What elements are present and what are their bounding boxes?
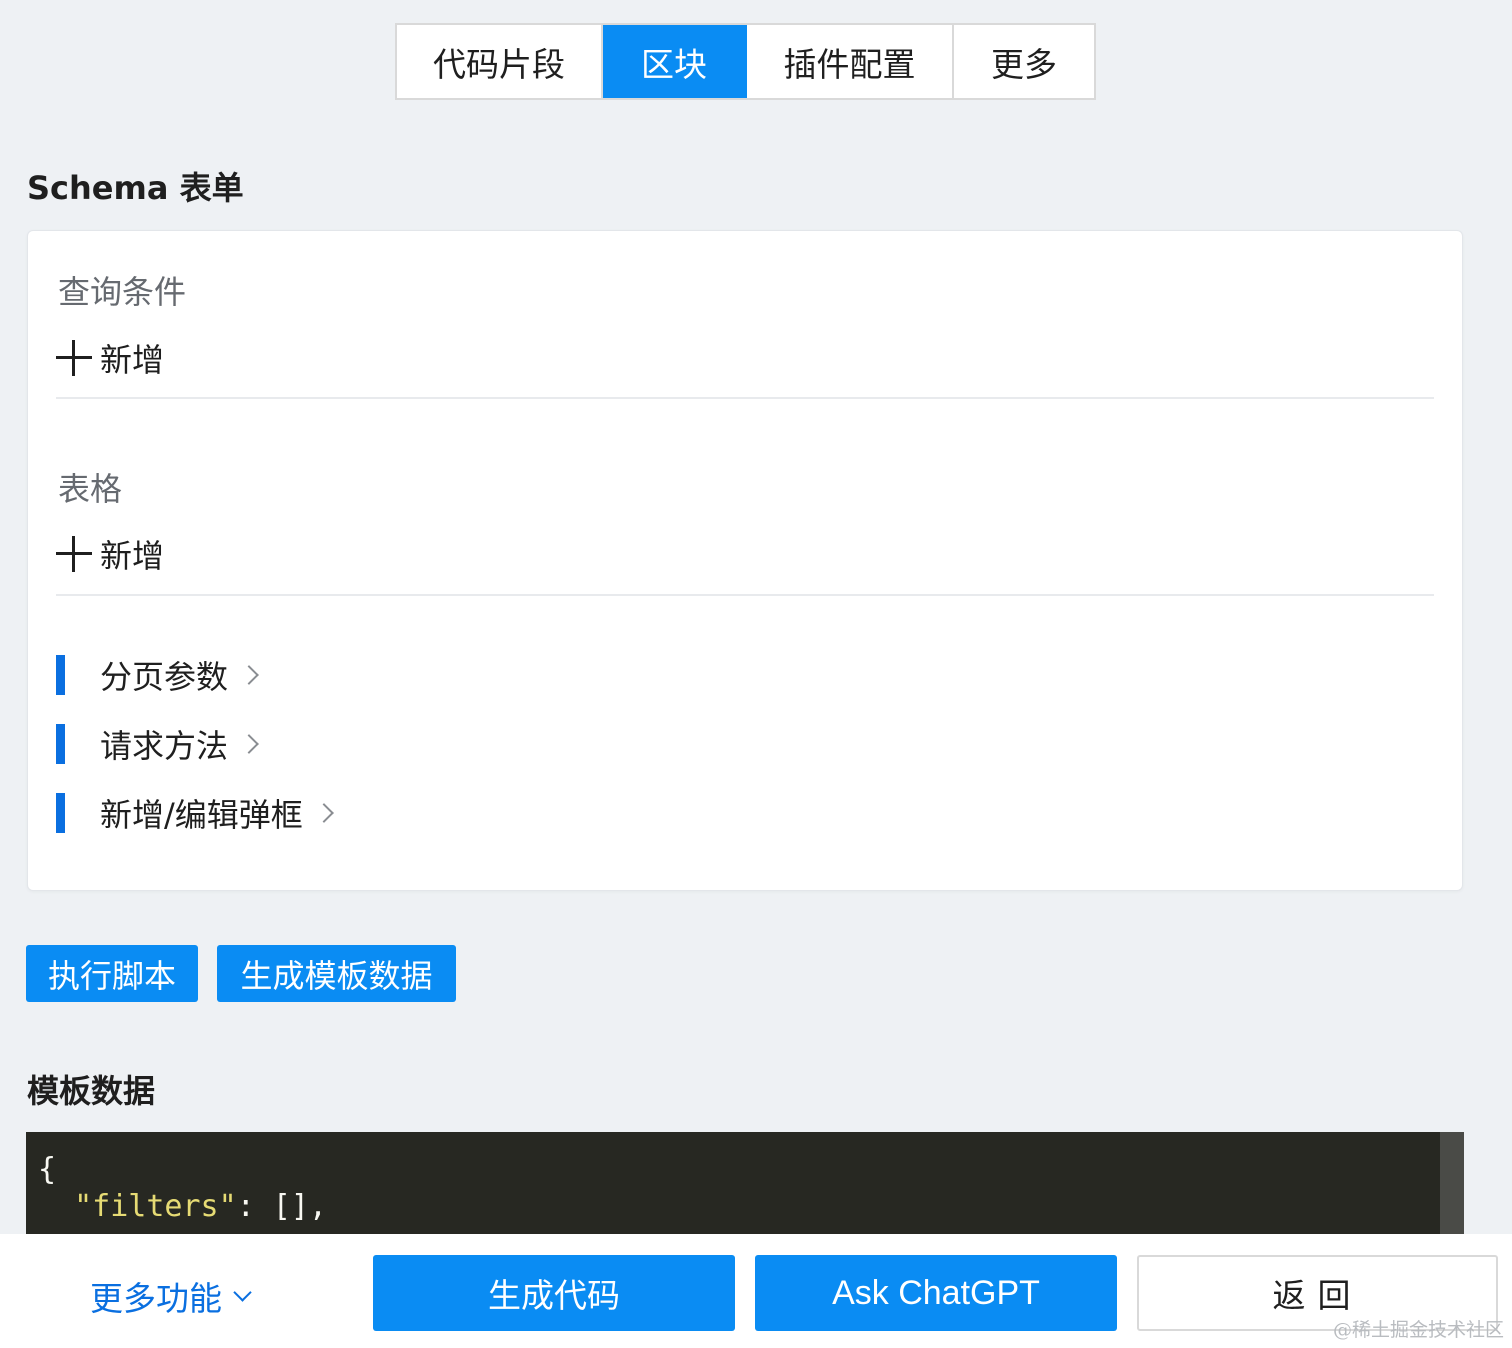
table-label: 表格 [58, 470, 123, 508]
divider [56, 594, 1434, 596]
plus-icon [56, 340, 92, 376]
schema-form-title: Schema 表单 [27, 169, 244, 207]
generate-template-data-button[interactable]: 生成模板数据 [217, 945, 456, 1002]
divider [56, 397, 1434, 399]
code-punctuation-token: : [], [236, 1189, 327, 1224]
add-label: 新增 [100, 537, 165, 575]
add-table-column-button[interactable]: 新增 [56, 531, 164, 577]
block-type-tabs: 代码片段 区块 插件配置 更多 [395, 23, 1096, 100]
code-line: { [38, 1152, 57, 1187]
param-label: 分页参数 [100, 658, 229, 696]
param-label: 请求方法 [100, 727, 229, 765]
tab-code-snippet[interactable]: 代码片段 [397, 25, 603, 98]
editor-scrollbar[interactable] [1440, 1132, 1464, 1234]
plus-icon [56, 536, 92, 572]
pagination-params-item[interactable]: 分页参数 [56, 652, 259, 698]
query-conditions-label: 查询条件 [58, 273, 187, 311]
bottom-action-bar: 更多功能 生成代码 Ask ChatGPT 返回 @稀土掘金技术社区 [0, 1234, 1512, 1348]
code-line: "filters": [], [38, 1188, 327, 1226]
add-label: 新增 [100, 341, 165, 379]
code-string-token: "filters" [74, 1189, 237, 1224]
chevron-right-icon [239, 734, 259, 754]
request-method-item[interactable]: 请求方法 [56, 721, 259, 767]
run-script-button[interactable]: 执行脚本 [26, 945, 198, 1002]
schema-form-card: 查询条件 新增 表格 新增 分页参数 请求方法 新增/编辑弹框 [27, 230, 1463, 891]
watermark: @稀土掘金技术社区 [1332, 1319, 1504, 1341]
more-features-dropdown[interactable]: 更多功能 [90, 1272, 252, 1320]
chevron-down-icon [233, 1282, 252, 1302]
more-features-label: 更多功能 [90, 1279, 222, 1318]
ask-chatgpt-button[interactable]: Ask ChatGPT [755, 1255, 1117, 1331]
generate-code-button[interactable]: 生成代码 [373, 1255, 735, 1331]
accent-bar [56, 655, 65, 695]
add-query-condition-button[interactable]: 新增 [56, 335, 164, 381]
accent-bar [56, 724, 65, 764]
chevron-right-icon [313, 803, 334, 823]
tab-block[interactable]: 区块 [603, 25, 747, 98]
tab-plugin-config[interactable]: 插件配置 [747, 25, 954, 98]
tab-more[interactable]: 更多 [954, 25, 1094, 98]
template-data-editor[interactable]: { "filters": [], [26, 1132, 1464, 1234]
accent-bar [56, 793, 65, 833]
add-edit-dialog-item[interactable]: 新增/编辑弹框 [56, 790, 334, 836]
template-data-title: 模板数据 [27, 1072, 156, 1110]
chevron-right-icon [239, 665, 259, 685]
param-label: 新增/编辑弹框 [100, 796, 303, 834]
